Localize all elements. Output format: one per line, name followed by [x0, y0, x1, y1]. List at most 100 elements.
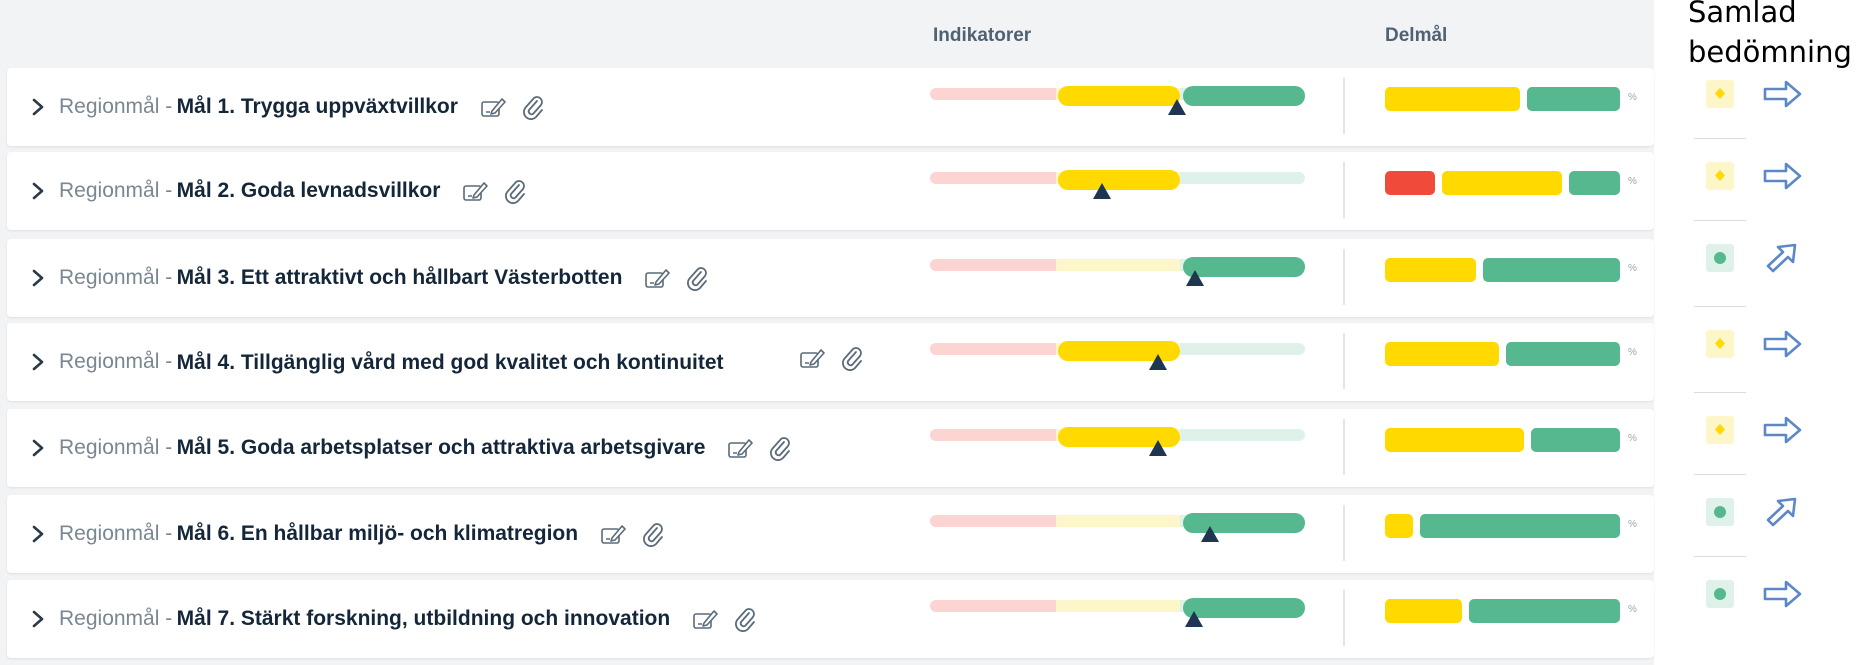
- goal-title[interactable]: Regionmål - Mål 6. En hållbar miljö- och…: [59, 495, 666, 573]
- assessment-cell: [1702, 320, 1852, 390]
- goal-prefix: Regionmål -: [59, 95, 173, 118]
- subgoal-bar-yellow: [1385, 87, 1520, 111]
- goal-prefix: Regionmål -: [59, 350, 173, 373]
- chevron-right-icon[interactable]: [27, 95, 49, 119]
- goal-title[interactable]: Regionmål - Mål 3. Ett attraktivt och hå…: [59, 239, 710, 317]
- indicator-track: [1056, 259, 1180, 271]
- arrow-right-icon: [1762, 328, 1804, 360]
- table-row[interactable]: Regionmål - Mål 3. Ett attraktivt och hå…: [7, 239, 1654, 317]
- goal-title[interactable]: Regionmål - Mål 4. Tillgänglig vård med …: [59, 323, 757, 401]
- attachment-icon[interactable]: [767, 435, 793, 461]
- row-actions: [462, 178, 528, 204]
- chevron-right-icon[interactable]: [27, 350, 49, 374]
- table-header: Indikatorer Delmål: [0, 0, 1654, 68]
- assessment-separator: [1694, 556, 1746, 557]
- goal-prefix: Regionmål -: [59, 522, 173, 545]
- arrow-right-icon: [1762, 78, 1804, 110]
- subgoals-column-header: Delmål: [1385, 25, 1448, 46]
- attachment-icon[interactable]: [520, 94, 546, 120]
- column-divider: [1343, 78, 1345, 134]
- green-dot-icon: [1706, 498, 1734, 526]
- indicator-track: [930, 172, 1056, 184]
- subgoal-bar-yellow: [1442, 171, 1562, 195]
- subgoal-bar-green: [1527, 87, 1620, 111]
- goal-name: Mål 3. Ett attraktivt och hållbart Väste…: [176, 266, 623, 289]
- table-row[interactable]: Regionmål - Mål 2. Goda levnadsvillkor%: [7, 152, 1654, 230]
- attachment-icon[interactable]: [839, 345, 865, 371]
- edit-comment-icon[interactable]: [799, 345, 825, 371]
- column-divider: [1343, 590, 1345, 646]
- edit-comment-icon[interactable]: [462, 178, 489, 204]
- yellow-diamond-icon: [1706, 162, 1734, 190]
- goal-prefix: Regionmål -: [59, 266, 173, 289]
- edit-comment-icon[interactable]: [600, 521, 626, 547]
- subgoal-bar-green: [1420, 514, 1620, 538]
- chevron-right-icon[interactable]: [27, 522, 49, 546]
- assessment-cell: [1702, 152, 1852, 222]
- goal-title[interactable]: Regionmål - Mål 2. Goda levnadsvillkor: [59, 152, 528, 230]
- indicator-bar-yellow: [1058, 170, 1180, 190]
- arrow-right-icon: [1762, 160, 1804, 192]
- edit-comment-icon[interactable]: [692, 606, 718, 632]
- subgoal-bar-yellow: [1385, 514, 1413, 538]
- subgoal-bar-yellow: [1385, 599, 1462, 623]
- arrow-up-right-icon: [1762, 242, 1804, 274]
- goal-prefix: Regionmål -: [59, 607, 173, 630]
- percent-label: %: [1628, 604, 1637, 615]
- goal-title[interactable]: Regionmål - Mål 7. Stärkt forskning, utb…: [59, 580, 758, 658]
- indicator-marker-icon: [1093, 183, 1111, 199]
- goal-prefix: Regionmål -: [59, 436, 173, 459]
- assessment-separator: [1694, 392, 1746, 393]
- edit-comment-icon[interactable]: [480, 94, 506, 120]
- table-row[interactable]: Regionmål - Mål 7. Stärkt forskning, utb…: [7, 580, 1654, 658]
- assessment-cell: [1702, 406, 1852, 476]
- row-actions: [727, 435, 793, 461]
- subgoal-bar-yellow: [1385, 428, 1524, 452]
- assessment-header-line1: Samlad: [1688, 0, 1797, 29]
- attachment-icon[interactable]: [502, 178, 528, 204]
- assessment-separator: [1694, 474, 1746, 475]
- attachment-icon[interactable]: [732, 606, 758, 632]
- percent-label: %: [1628, 92, 1637, 103]
- row-actions: [480, 94, 546, 120]
- table-row[interactable]: Regionmål - Mål 4. Tillgänglig vård med …: [7, 323, 1654, 401]
- yellow-diamond-icon: [1706, 416, 1734, 444]
- column-divider: [1343, 419, 1345, 475]
- table-row[interactable]: Regionmål - Mål 6. En hållbar miljö- och…: [7, 495, 1654, 573]
- goal-title[interactable]: Regionmål - Mål 5. Goda arbetsplatser oc…: [59, 409, 793, 487]
- column-divider: [1343, 505, 1345, 561]
- row-actions: [644, 265, 710, 291]
- indicator-track: [930, 88, 1056, 100]
- indicator-marker-icon: [1201, 526, 1219, 542]
- indicator-bar-green: [1183, 86, 1305, 106]
- subgoal-bar-green: [1506, 342, 1620, 366]
- table-row[interactable]: Regionmål - Mål 1. Trygga uppväxtvillkor…: [7, 68, 1654, 146]
- assessment-separator: [1694, 220, 1746, 221]
- indicator-track: [930, 515, 1056, 527]
- goal-title[interactable]: Regionmål - Mål 1. Trygga uppväxtvillkor: [59, 68, 546, 146]
- chevron-right-icon[interactable]: [27, 266, 49, 290]
- goal-prefix: Regionmål -: [59, 179, 173, 202]
- assessment-cell: [1702, 234, 1852, 304]
- green-dot-icon: [1706, 244, 1734, 272]
- indicator-track: [1180, 429, 1305, 441]
- goal-name: Mål 7. Stärkt forskning, utbildning och …: [176, 607, 671, 630]
- assessment-separator: [1694, 138, 1746, 139]
- attachment-icon[interactable]: [684, 265, 710, 291]
- edit-comment-icon[interactable]: [644, 265, 671, 291]
- table-row[interactable]: Regionmål - Mål 5. Goda arbetsplatser oc…: [7, 409, 1654, 487]
- row-actions: [799, 345, 865, 371]
- row-actions: [692, 606, 758, 632]
- chevron-right-icon[interactable]: [27, 607, 49, 631]
- goal-name: Mål 2. Goda levnadsvillkor: [176, 179, 441, 202]
- indicator-track: [930, 429, 1056, 441]
- chevron-right-icon[interactable]: [27, 179, 49, 203]
- assessment-cell: [1702, 70, 1852, 140]
- subgoal-bar-green: [1569, 171, 1620, 195]
- attachment-icon[interactable]: [640, 521, 666, 547]
- chevron-right-icon[interactable]: [27, 436, 49, 460]
- goal-name: Mål 1. Trygga uppväxtvillkor: [176, 95, 458, 118]
- goal-name: Mål 6. En hållbar miljö- och klimatregio…: [176, 522, 579, 545]
- edit-comment-icon[interactable]: [727, 435, 754, 461]
- indicator-track: [930, 343, 1056, 355]
